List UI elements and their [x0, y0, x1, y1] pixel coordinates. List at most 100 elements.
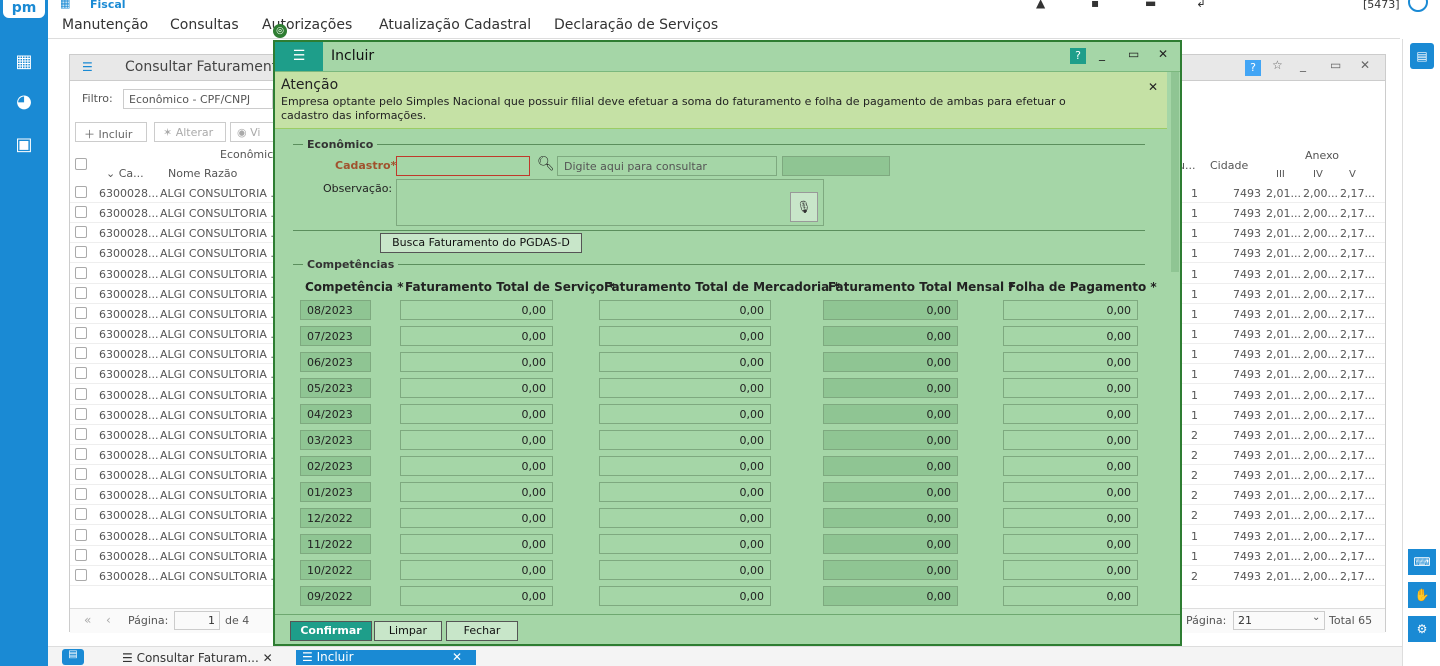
- row-checkbox[interactable]: [75, 327, 87, 340]
- folha-input[interactable]: 0,00: [1003, 326, 1138, 346]
- fat-servico-input[interactable]: 0,00: [400, 378, 553, 398]
- folha-input[interactable]: 0,00: [1003, 482, 1138, 502]
- fat-mercadoria-input[interactable]: 0,00: [599, 482, 771, 502]
- col-anexo-v[interactable]: V: [1349, 169, 1356, 180]
- fat-servico-input[interactable]: 0,00: [400, 456, 553, 476]
- fat-mercadoria-input[interactable]: 0,00: [599, 586, 771, 606]
- folha-input[interactable]: 0,00: [1003, 560, 1138, 580]
- pie-chart-icon[interactable]: ◕: [12, 90, 36, 114]
- row-checkbox[interactable]: [75, 226, 87, 239]
- select-all-checkbox[interactable]: [75, 158, 87, 170]
- col-codigo[interactable]: ⌄ Ca...: [106, 167, 144, 180]
- fat-servico-input[interactable]: 0,00: [400, 300, 553, 320]
- alert-close-icon[interactable]: ✕: [1148, 80, 1158, 94]
- maximize-icon[interactable]: ▭: [1330, 58, 1341, 72]
- row-checkbox[interactable]: [75, 306, 87, 319]
- fat-mercadoria-input[interactable]: 0,00: [599, 534, 771, 554]
- include-button[interactable]: ＋ Incluir: [75, 122, 147, 142]
- help-icon[interactable]: ?: [1245, 60, 1261, 76]
- page-input[interactable]: 1: [174, 611, 220, 630]
- logout-icon[interactable]: ↲: [1196, 0, 1206, 10]
- folha-input[interactable]: 0,00: [1003, 534, 1138, 554]
- fat-servico-input[interactable]: 0,00: [400, 508, 553, 528]
- folha-input[interactable]: 0,00: [1003, 508, 1138, 528]
- row-checkbox[interactable]: [75, 407, 87, 420]
- menu-consultas[interactable]: Consultas: [170, 17, 239, 33]
- obs-textarea[interactable]: [396, 179, 824, 226]
- modal-scrollbar[interactable]: [1171, 72, 1179, 272]
- filter-select[interactable]: Econômico - CPF/CNPJ: [123, 89, 273, 109]
- document-icon[interactable]: ▤: [1410, 43, 1434, 69]
- row-checkbox[interactable]: [75, 427, 87, 440]
- folha-input[interactable]: 0,00: [1003, 430, 1138, 450]
- tab1-close-icon[interactable]: ✕: [259, 651, 273, 665]
- cadastro-input[interactable]: [396, 156, 530, 176]
- folha-input[interactable]: 0,00: [1003, 404, 1138, 424]
- folha-input[interactable]: 0,00: [1003, 586, 1138, 606]
- fat-servico-input[interactable]: 0,00: [400, 586, 553, 606]
- fat-mercadoria-input[interactable]: 0,00: [599, 560, 771, 580]
- fat-servico-input[interactable]: 0,00: [400, 326, 553, 346]
- menu-manutencao[interactable]: Manutenção: [62, 17, 148, 33]
- col-nome[interactable]: Nome Razão: [168, 167, 237, 180]
- drag-handle-icon[interactable]: ◎: [273, 24, 287, 38]
- fat-mercadoria-input[interactable]: 0,00: [599, 300, 771, 320]
- confirm-button[interactable]: Confirmar: [290, 621, 372, 641]
- settings-icon[interactable]: ⚙: [1408, 616, 1436, 642]
- fat-mercadoria-input[interactable]: 0,00: [599, 508, 771, 528]
- fat-servico-input[interactable]: 0,00: [400, 560, 553, 580]
- col-anexo-iv[interactable]: IV: [1313, 169, 1323, 180]
- folha-input[interactable]: 0,00: [1003, 352, 1138, 372]
- tab2-close-icon[interactable]: ✕: [452, 650, 462, 664]
- row-checkbox[interactable]: [75, 347, 87, 360]
- calendar-icon[interactable]: ▪: [1091, 0, 1099, 10]
- close-icon[interactable]: ✕: [1360, 58, 1370, 72]
- user-avatar-icon[interactable]: [1408, 0, 1428, 12]
- row-checkbox[interactable]: [75, 468, 87, 481]
- printer-icon[interactable]: ▬: [1145, 0, 1156, 10]
- fat-servico-input[interactable]: 0,00: [400, 404, 553, 424]
- notification-icon[interactable]: ▲: [1036, 0, 1045, 10]
- modal-help-icon[interactable]: ?: [1070, 48, 1086, 64]
- row-checkbox[interactable]: [75, 548, 87, 561]
- row-checkbox[interactable]: [75, 266, 87, 279]
- fat-mercadoria-input[interactable]: 0,00: [599, 404, 771, 424]
- fat-servico-input[interactable]: 0,00: [400, 482, 553, 502]
- fat-mercadoria-input[interactable]: 0,00: [599, 430, 771, 450]
- prev-page-icon[interactable]: ‹: [106, 613, 111, 627]
- taskbar-tab-incluir[interactable]: ☰ Incluir ✕: [296, 650, 476, 665]
- row-checkbox[interactable]: [75, 447, 87, 460]
- fat-mercadoria-input[interactable]: 0,00: [599, 326, 771, 346]
- busca-pgdas-button[interactable]: Busca Faturamento do PGDAS-D: [380, 233, 582, 253]
- view-button[interactable]: ◉ Vi: [230, 122, 274, 142]
- fat-mercadoria-input[interactable]: 0,00: [599, 378, 771, 398]
- windows-icon[interactable]: ▤: [62, 649, 84, 665]
- calculator-icon[interactable]: ▦: [12, 50, 36, 74]
- row-checkbox[interactable]: [75, 246, 87, 259]
- fat-servico-input[interactable]: 0,00: [400, 534, 553, 554]
- cadastro-search-input[interactable]: Digite aqui para consultar: [557, 156, 777, 176]
- modal-minimize-icon[interactable]: _: [1099, 47, 1105, 61]
- modal-maximize-icon[interactable]: ▭: [1128, 47, 1139, 61]
- row-checkbox[interactable]: [75, 387, 87, 400]
- star-icon[interactable]: ☆: [1272, 58, 1283, 72]
- microphone-icon[interactable]: 🎙︎: [790, 192, 818, 222]
- fat-mercadoria-input[interactable]: 0,00: [599, 456, 771, 476]
- row-checkbox[interactable]: [75, 488, 87, 501]
- search-icon[interactable]: 🔍︎: [537, 156, 555, 172]
- fat-mercadoria-input[interactable]: 0,00: [599, 352, 771, 372]
- fat-servico-input[interactable]: 0,00: [400, 352, 553, 372]
- folha-input[interactable]: 0,00: [1003, 456, 1138, 476]
- keyboard-icon[interactable]: ⌨: [1408, 549, 1436, 575]
- first-page-icon[interactable]: «: [84, 613, 91, 627]
- col-anexo-iii[interactable]: III: [1276, 169, 1285, 180]
- row-checkbox[interactable]: [75, 508, 87, 521]
- taskbar-tab-consultar[interactable]: ☰ Consultar Faturam... ✕: [122, 651, 273, 666]
- clear-button[interactable]: Limpar: [374, 621, 442, 641]
- row-checkbox[interactable]: [75, 367, 87, 380]
- modal-close-icon[interactable]: ✕: [1158, 47, 1168, 61]
- row-checkbox[interactable]: [75, 568, 87, 581]
- row-checkbox[interactable]: [75, 206, 87, 219]
- folha-input[interactable]: 0,00: [1003, 300, 1138, 320]
- menu-atualizacao-cadastral[interactable]: Atualização Cadastral: [379, 17, 531, 33]
